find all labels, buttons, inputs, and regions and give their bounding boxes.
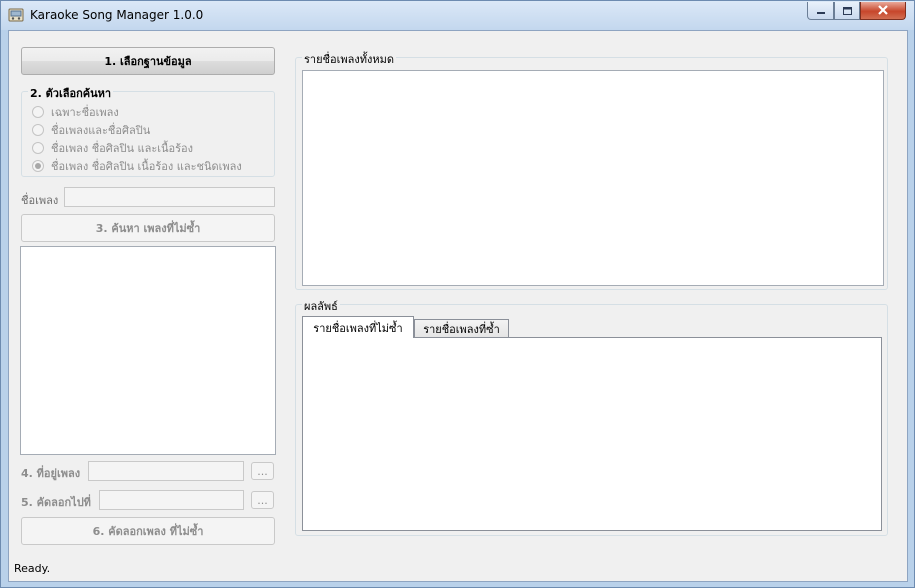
status-text: Ready. (14, 562, 51, 575)
copy-unique-songs-button[interactable]: 6. คัดลอกเพลง ที่ไม่ซ้ำ (21, 517, 275, 545)
search-option-title-artist[interactable]: ชื่อเพลงและชื่อศิลปิน (32, 121, 150, 139)
app-icon (8, 8, 24, 22)
all-songs-title: รายชื่อเพลงทั้งหมด (302, 50, 396, 68)
maximize-icon (842, 6, 852, 15)
song-location-input[interactable] (88, 461, 244, 481)
client-area: 1. เลือกฐานข้อมูล 2. ตัวเลือกค้นหา เฉพาะ… (8, 30, 908, 582)
radio-button[interactable] (32, 124, 44, 136)
search-options-group: 2. ตัวเลือกค้นหา เฉพาะชื่อเพลง ชื่อเพลงแ… (21, 84, 275, 177)
radio-label: ชื่อเพลง ชื่อศิลปิน เนื้อร้อง และชนิดเพล… (51, 160, 242, 173)
search-option-title-artist-lyrics[interactable]: ชื่อเพลง ชื่อศิลปิน และเนื้อร้อง (32, 139, 193, 157)
search-option-title-only[interactable]: เฉพาะชื่อเพลง (32, 103, 119, 121)
select-database-button[interactable]: 1. เลือกฐานข้อมูล (21, 47, 275, 75)
song-name-label: ชื่อเพลง (21, 194, 59, 207)
minimize-button[interactable] (807, 2, 834, 20)
tab-unique-songs[interactable]: รายชื่อเพลงที่ไม่ซ้ำ (302, 316, 414, 338)
maximize-button[interactable] (834, 2, 860, 20)
song-list[interactable] (20, 246, 276, 455)
close-icon (878, 5, 888, 15)
results-title: ผลลัพธ์ (302, 297, 340, 315)
copy-to-browse-button[interactable]: ... (251, 491, 274, 509)
copy-to-label: 5. คัดลอกไปที่ (21, 496, 91, 509)
radio-label: เฉพาะชื่อเพลง (51, 106, 119, 119)
copy-to-input[interactable] (99, 490, 244, 510)
app-window: Karaoke Song Manager 1.0.0 1. เลือกฐานข้… (0, 0, 915, 588)
minimize-icon (816, 11, 825, 14)
window-title: Karaoke Song Manager 1.0.0 (30, 8, 204, 22)
results-group: ผลลัพธ์ รายชื่อเพลงที่ไม่ซ้ำ รายชื่อเพลง… (295, 297, 888, 536)
search-options-title: 2. ตัวเลือกค้นหา (28, 84, 114, 102)
tab-duplicate-songs[interactable]: รายชื่อเพลงที่ซ้ำ (414, 319, 509, 338)
radio-button-checked[interactable] (32, 160, 44, 172)
song-location-label: 4. ที่อยู่เพลง (21, 467, 81, 480)
radio-label: ชื่อเพลง ชื่อศิลปิน และเนื้อร้อง (51, 142, 193, 155)
song-location-browse-button[interactable]: ... (251, 462, 274, 480)
all-songs-list[interactable] (302, 70, 884, 286)
all-songs-group: รายชื่อเพลงทั้งหมด (295, 50, 888, 290)
title-bar[interactable]: Karaoke Song Manager 1.0.0 (1, 1, 914, 30)
radio-button[interactable] (32, 142, 44, 154)
radio-label: ชื่อเพลงและชื่อศิลปิน (51, 124, 151, 137)
song-name-input[interactable] (64, 187, 275, 207)
results-list[interactable] (302, 337, 882, 531)
search-option-all-fields[interactable]: ชื่อเพลง ชื่อศิลปิน เนื้อร้อง และชนิดเพล… (32, 157, 242, 175)
find-unique-songs-button[interactable]: 3. ค้นหา เพลงที่ไม่ซ้ำ (21, 214, 275, 242)
close-button[interactable] (860, 2, 906, 20)
radio-button[interactable] (32, 106, 44, 118)
